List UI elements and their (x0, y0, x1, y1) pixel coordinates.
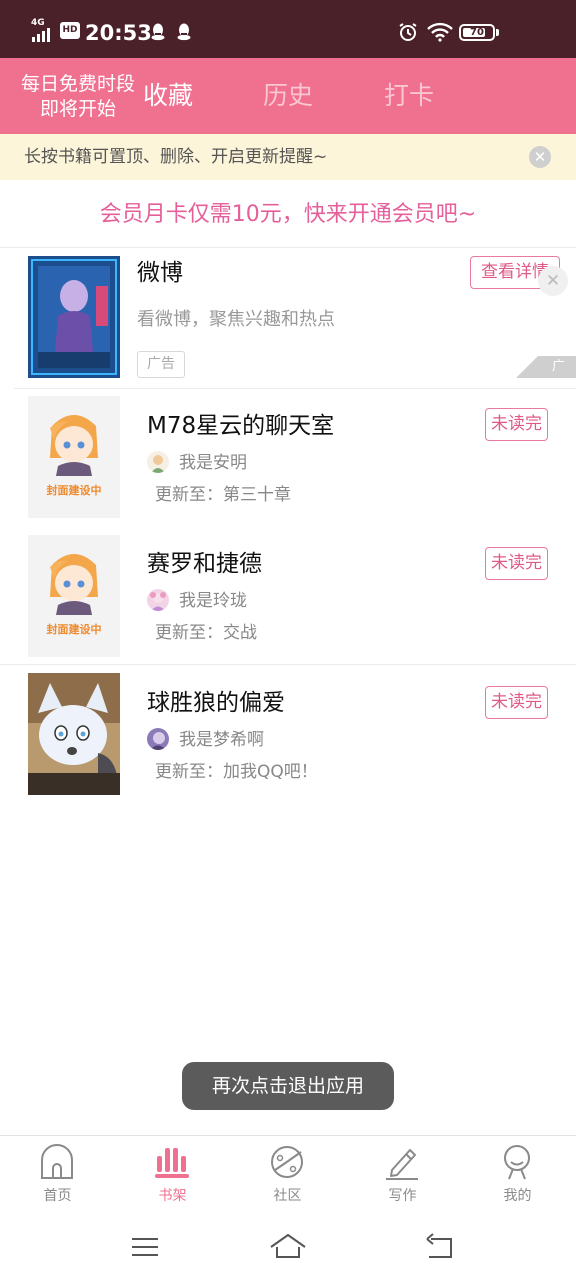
ad-description: 看微博，聚焦兴趣和热点 (137, 309, 335, 330)
author-row: 我是玲珑 (147, 589, 347, 613)
update-status: 更新至：加我QQ吧！ (155, 762, 318, 782)
tip-close-icon[interactable]: ✕ (529, 146, 551, 168)
pencil-icon (386, 1149, 418, 1180)
network-type: 4G (31, 18, 45, 28)
book-cover-placeholder[interactable]: 封面建设中 (28, 535, 120, 657)
ad-corner-mark: 广告 (516, 356, 576, 378)
tip-text: 长按书籍可置顶、删除、开启更新提醒~ (24, 147, 328, 167)
alarm-icon (399, 23, 417, 41)
free-time-notice[interactable]: 每日免费时段 即将开始 (8, 72, 148, 122)
nav-bookshelf-label: 书架 (158, 1188, 187, 1204)
divider (14, 388, 576, 389)
book-cover-image[interactable] (28, 673, 120, 795)
nav-profile-label: 我的 (503, 1188, 532, 1204)
status-bar: 4G HD 20:53 70 (0, 0, 576, 58)
ad-close-icon[interactable]: ✕ (538, 266, 568, 296)
ad-mark-text: 广告 (552, 359, 566, 396)
unread-badge: 未读完 (485, 547, 548, 580)
book-cover-placeholder[interactable]: 封面建设中 (28, 396, 120, 518)
free-time-line1: 每日免费时段 (20, 73, 135, 95)
bookshelf-icon (155, 1148, 189, 1178)
nav-profile[interactable]: 我的 (460, 1136, 575, 1216)
divider (0, 664, 576, 665)
battery-tip (496, 29, 499, 36)
signal-icon (32, 28, 56, 42)
cover-placeholder-text: 封面建设中 (46, 484, 102, 497)
top-header: 每日免费时段 即将开始 收藏 历史 打卡 (0, 58, 576, 134)
exit-toast: 再次点击退出应用 (182, 1062, 394, 1110)
author-row: 我是梦希啊 (147, 728, 367, 752)
tab-checkin[interactable]: 打卡 (384, 80, 434, 112)
wifi-icon (427, 22, 453, 42)
book-title[interactable]: 球胜狼的偏爱 (147, 688, 285, 718)
book-title[interactable]: 赛罗和捷德 (147, 549, 262, 579)
back-icon[interactable] (423, 1231, 455, 1261)
menu-icon[interactable] (130, 1231, 160, 1261)
book-title[interactable]: M78星云的聊天室 (147, 411, 334, 441)
nav-home-label: 首页 (43, 1188, 72, 1204)
author-name: 我是梦希啊 (179, 730, 264, 750)
planet-icon (271, 1146, 303, 1178)
nav-bookshelf[interactable]: 书架 (115, 1136, 230, 1216)
system-nav-bar (0, 1215, 576, 1280)
ad-tag: 广告 (137, 351, 185, 378)
author-name: 我是安明 (179, 453, 247, 473)
hd-icon: HD (60, 22, 80, 39)
free-time-line2: 即将开始 (39, 98, 116, 120)
unread-badge: 未读完 (485, 686, 548, 719)
divider (0, 247, 576, 248)
nav-home[interactable]: 首页 (0, 1136, 115, 1216)
author-avatar (147, 451, 169, 473)
tip-bar: 长按书籍可置顶、删除、开启更新提醒~ (0, 134, 576, 180)
battery-icon: 70 (459, 24, 495, 41)
bottom-nav: 首页 书架 社区 写作 我的 (0, 1135, 576, 1215)
update-status: 更新至：交战 (155, 623, 257, 643)
battery-level: 70 (470, 27, 484, 38)
nav-write[interactable]: 写作 (345, 1136, 460, 1216)
update-status: 更新至：第三十章 (155, 485, 291, 505)
author-avatar (147, 728, 169, 750)
author-name: 我是玲珑 (179, 591, 247, 611)
home-button-icon[interactable] (269, 1231, 307, 1261)
author-row: 我是安明 (147, 451, 347, 475)
qq-icon (177, 23, 191, 41)
qq-icon (151, 23, 165, 41)
tab-history[interactable]: 历史 (263, 80, 313, 112)
tab-favorites[interactable]: 收藏 (143, 80, 193, 112)
status-time: 20:53 (85, 21, 152, 45)
profile-icon (504, 1145, 530, 1180)
home-icon (41, 1144, 73, 1179)
vip-promo-banner[interactable]: 会员月卡仅需10元，快来开通会员吧~ (0, 190, 576, 240)
nav-write-label: 写作 (388, 1188, 417, 1204)
author-avatar (147, 589, 169, 611)
cover-placeholder-text: 封面建设中 (46, 623, 102, 636)
nav-community-label: 社区 (273, 1188, 302, 1204)
unread-badge: 未读完 (485, 408, 548, 441)
ad-title[interactable]: 微博 (137, 258, 183, 288)
nav-community[interactable]: 社区 (230, 1136, 345, 1216)
ad-cover-image[interactable] (28, 256, 120, 378)
